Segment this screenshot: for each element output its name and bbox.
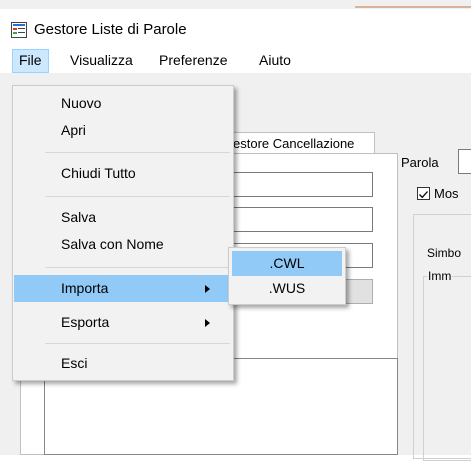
import-submenu: .CWL .WUS <box>228 247 346 305</box>
submenu-arrow-icon <box>205 285 210 293</box>
menu-item-nuovo[interactable]: Nuovo <box>14 90 232 117</box>
previous-window-strip <box>0 0 471 9</box>
menu-item-label: Importa <box>61 280 109 296</box>
tab-gestore-cancellazione[interactable]: estore Cancellazione <box>226 132 375 154</box>
text-field-2[interactable] <box>228 207 373 232</box>
menu-item-esci[interactable]: Esci <box>14 350 232 377</box>
menu-item-esporta[interactable]: Esporta <box>14 309 232 336</box>
window-title: Gestore Liste di Parole <box>34 21 187 38</box>
menu-item-label: Salva <box>61 209 97 225</box>
menu-separator <box>45 152 230 153</box>
word-label: Parola <box>401 155 439 170</box>
submenu-arrow-icon <box>205 319 210 327</box>
submenu-item-wus[interactable]: .WUS <box>232 276 342 301</box>
imm-group <box>423 276 471 461</box>
menu-visualizza[interactable]: Visualizza <box>64 49 139 73</box>
menu-item-salva[interactable]: Salva <box>14 204 232 231</box>
menu-item-label: Chiudi Tutto <box>61 165 136 181</box>
menu-item-chiudi-tutto[interactable]: Chiudi Tutto <box>14 160 232 187</box>
menu-item-label: Esci <box>61 355 88 371</box>
show-checkbox[interactable] <box>417 187 430 200</box>
menu-file[interactable]: File <box>12 49 49 73</box>
check-icon <box>419 191 428 199</box>
title-bar: Gestore Liste di Parole <box>0 9 471 49</box>
app-icon <box>11 22 27 38</box>
menu-item-label: Nuovo <box>61 95 102 111</box>
menu-item-label: Apri <box>61 122 86 138</box>
menu-item-label: Esporta <box>61 314 110 330</box>
text-field-1[interactable] <box>228 172 373 197</box>
show-checkbox-label: Mos <box>434 186 459 201</box>
menu-separator <box>45 196 230 197</box>
menu-item-apri[interactable]: Apri <box>14 117 232 144</box>
symbol-label: Simbo <box>427 246 462 260</box>
menu-separator <box>45 267 230 268</box>
menu-item-importa[interactable]: Importa <box>14 275 232 302</box>
submenu-item-cwl[interactable]: .CWL <box>232 251 342 276</box>
menu-item-salva-con-nome[interactable]: Salva con Nome <box>14 231 232 258</box>
button-partial[interactable] <box>342 279 373 304</box>
word-input[interactable] <box>458 149 471 174</box>
menu-item-label: Salva con Nome <box>61 236 164 252</box>
menu-preferenze[interactable]: Preferenze <box>153 49 233 73</box>
imm-group-label: Imm <box>427 269 453 283</box>
menu-bar: File Visualizza Preferenze Aiuto <box>0 49 471 73</box>
file-menu-dropdown: Nuovo Apri Chiudi Tutto Salva Salva con … <box>12 85 234 381</box>
menu-aiuto[interactable]: Aiuto <box>253 49 297 73</box>
accent-line <box>355 6 471 8</box>
right-panel: Parola Mos Simbo Imm <box>398 73 471 461</box>
menu-separator <box>45 343 230 344</box>
